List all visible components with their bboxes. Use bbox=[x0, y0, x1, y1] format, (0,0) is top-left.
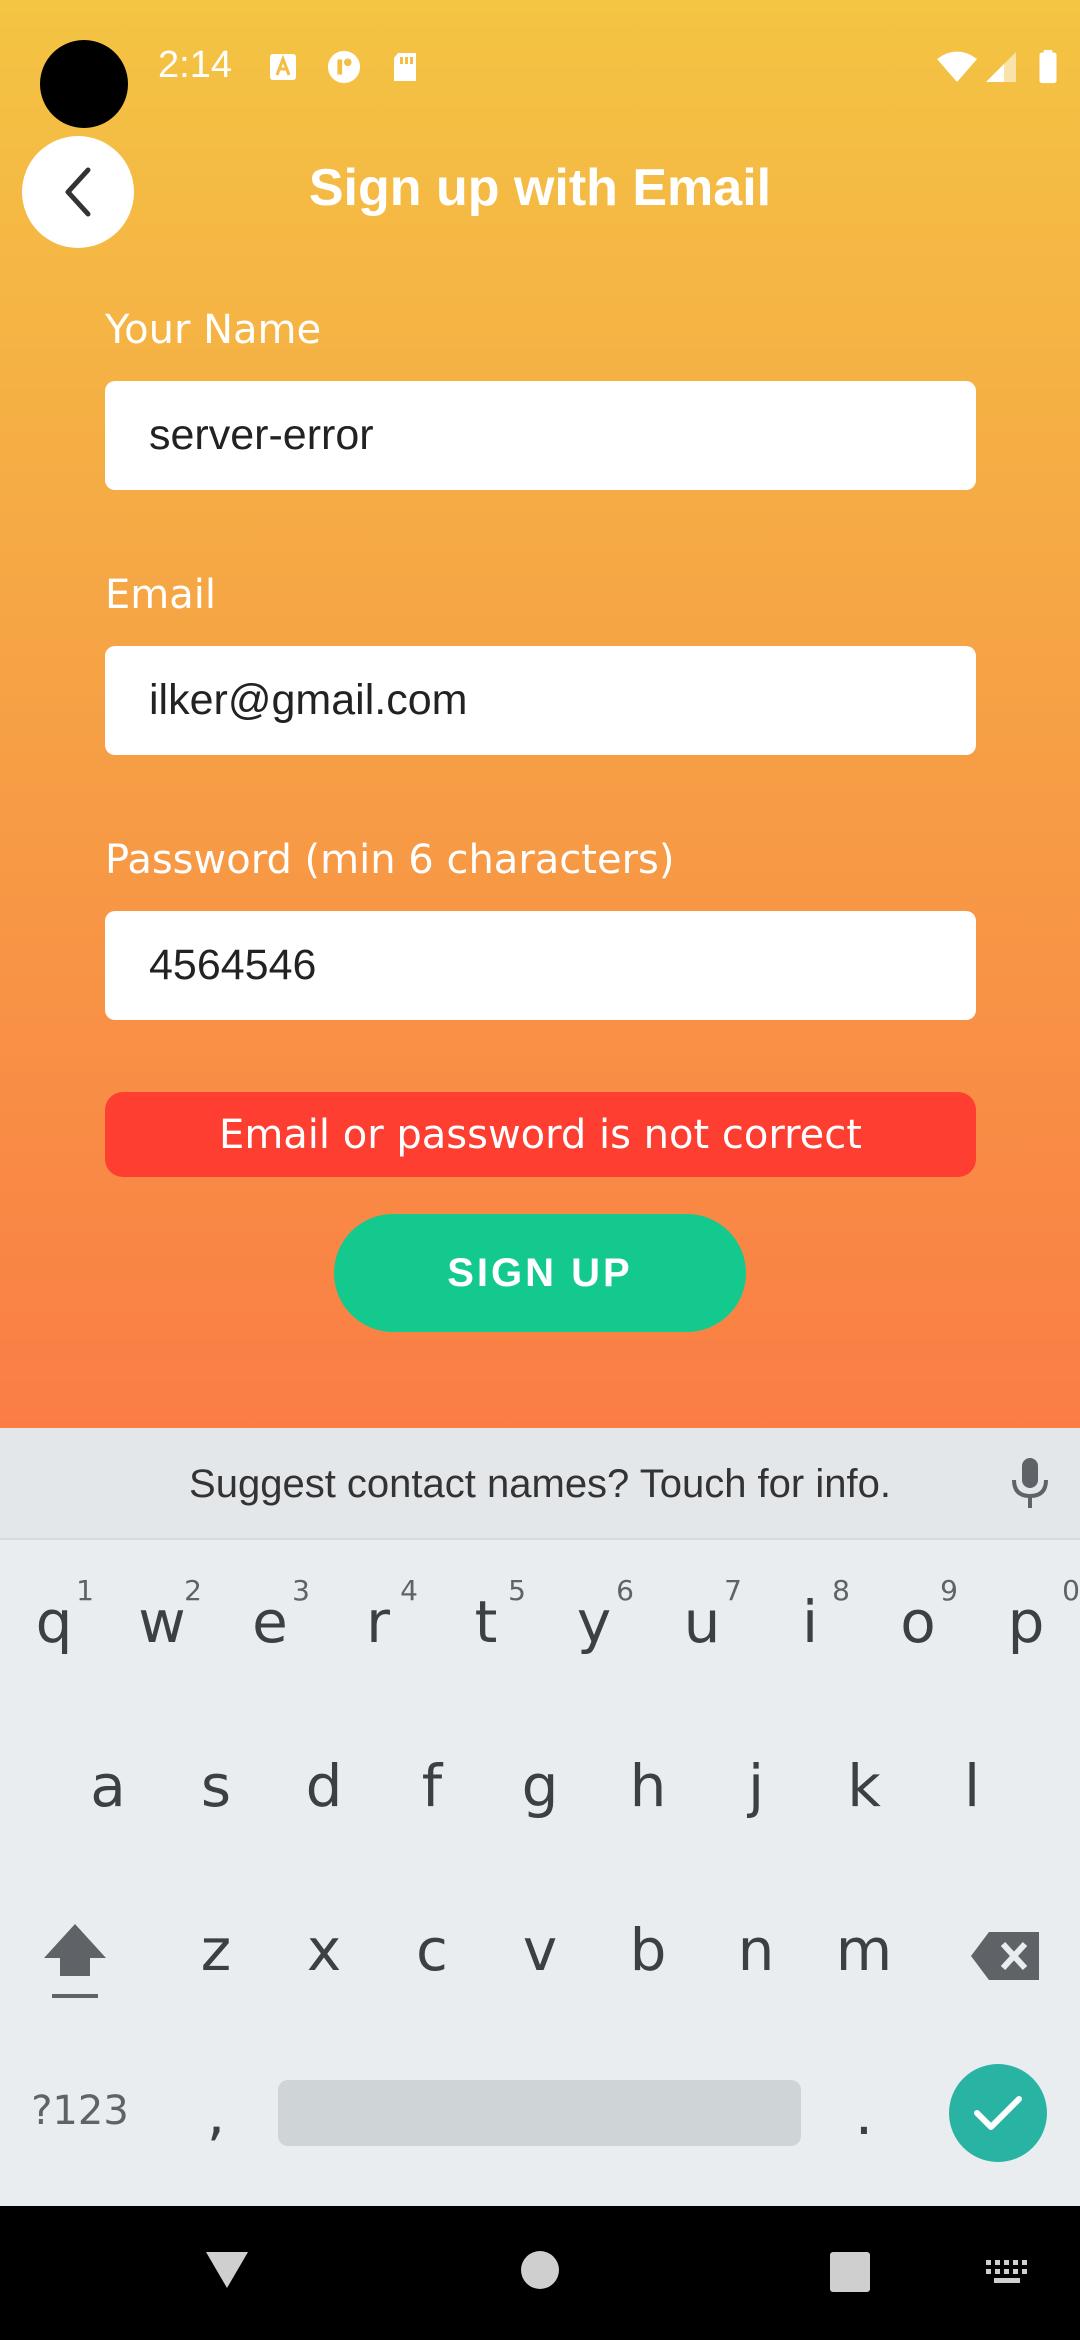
key-n[interactable]: n bbox=[702, 1916, 810, 2036]
key-p[interactable]: p0 bbox=[972, 1574, 1080, 1708]
key-w[interactable]: w2 bbox=[108, 1574, 216, 1708]
soft-keyboard: Suggest contact names? Touch for info. q… bbox=[0, 1428, 1080, 2206]
comma-key[interactable]: , bbox=[162, 2080, 270, 2200]
key-hint: 6 bbox=[616, 1574, 634, 1607]
spacebar[interactable] bbox=[278, 2080, 801, 2146]
system-navigation-bar bbox=[0, 2206, 1080, 2340]
key-b[interactable]: b bbox=[594, 1916, 702, 2036]
status-bar: 2:14 bbox=[0, 0, 1080, 130]
suggestion-text[interactable]: Suggest contact names? Touch for info. bbox=[0, 1462, 1080, 1507]
key-u[interactable]: u7 bbox=[648, 1574, 756, 1708]
password-input[interactable]: 4564546 bbox=[105, 911, 976, 1020]
page-title: Sign up with Email bbox=[308, 159, 772, 217]
key-y[interactable]: y6 bbox=[540, 1574, 648, 1708]
key-hint: 0 bbox=[1062, 1574, 1080, 1607]
key-r[interactable]: r4 bbox=[324, 1574, 432, 1708]
name-input[interactable]: server-error bbox=[105, 381, 976, 490]
key-hint: 2 bbox=[184, 1574, 202, 1607]
password-label: Password (min 6 characters) bbox=[105, 837, 675, 883]
key-hint: 4 bbox=[400, 1574, 418, 1607]
key-i[interactable]: i8 bbox=[756, 1574, 864, 1708]
key-g[interactable]: g bbox=[486, 1752, 594, 1872]
key-o[interactable]: o9 bbox=[864, 1574, 972, 1708]
name-label: Your Name bbox=[105, 307, 322, 353]
error-message: Email or password is not correct bbox=[105, 1092, 976, 1177]
key-e[interactable]: e3 bbox=[216, 1574, 324, 1708]
key-t[interactable]: t5 bbox=[432, 1574, 540, 1708]
key-f[interactable]: f bbox=[378, 1752, 486, 1872]
sd-card-icon bbox=[394, 53, 416, 81]
key-m[interactable]: m bbox=[810, 1916, 918, 2036]
key-hint: 1 bbox=[76, 1574, 94, 1607]
nav-home-icon[interactable] bbox=[520, 2250, 560, 2290]
sign-up-button[interactable]: SIGN UP bbox=[334, 1214, 746, 1332]
camera-cutout bbox=[40, 40, 128, 128]
wifi-icon bbox=[937, 51, 977, 82]
shift-key[interactable] bbox=[20, 1918, 130, 2038]
suggestion-strip[interactable]: Suggest contact names? Touch for info. bbox=[0, 1428, 1080, 1540]
key-q[interactable]: q1 bbox=[0, 1574, 108, 1708]
key-s[interactable]: s bbox=[162, 1752, 270, 1872]
key-d[interactable]: d bbox=[270, 1752, 378, 1872]
key-v[interactable]: v bbox=[486, 1916, 594, 2036]
nav-recents-icon[interactable] bbox=[830, 2252, 870, 2292]
key-c[interactable]: c bbox=[378, 1916, 486, 2036]
checkmark-icon bbox=[974, 2096, 1022, 2130]
enter-key[interactable] bbox=[949, 2064, 1047, 2162]
key-x[interactable]: x bbox=[270, 1916, 378, 2036]
key-hint: 9 bbox=[940, 1574, 958, 1607]
backspace-key[interactable] bbox=[950, 1928, 1060, 2048]
email-input[interactable]: ilker@gmail.com bbox=[105, 646, 976, 755]
backspace-icon bbox=[971, 1932, 1039, 1980]
app-screen: 2:14 Sign up with Email Your Name server… bbox=[0, 0, 1080, 1428]
key-hint: 7 bbox=[724, 1574, 742, 1607]
key-h[interactable]: h bbox=[594, 1752, 702, 1872]
shift-arrow-icon bbox=[44, 1924, 106, 1998]
key-hint: 8 bbox=[832, 1574, 850, 1607]
key-j[interactable]: j bbox=[702, 1752, 810, 1872]
cellular-signal-icon bbox=[986, 52, 1016, 82]
key-a[interactable]: a bbox=[54, 1752, 162, 1872]
period-key[interactable]: . bbox=[810, 2080, 918, 2200]
nav-back-icon[interactable] bbox=[204, 2250, 250, 2290]
text-notification-icon bbox=[270, 54, 296, 80]
keyboard-switch-icon[interactable] bbox=[986, 2260, 1028, 2284]
symbols-key[interactable]: ?123 bbox=[20, 2088, 140, 2208]
microphone-icon[interactable] bbox=[1008, 1456, 1052, 1512]
key-k[interactable]: k bbox=[810, 1752, 918, 1872]
key-hint: 5 bbox=[508, 1574, 526, 1607]
email-label: Email bbox=[105, 572, 216, 618]
status-time: 2:14 bbox=[158, 44, 232, 86]
battery-icon bbox=[1039, 50, 1057, 84]
key-z[interactable]: z bbox=[162, 1916, 270, 2036]
app-notification-icon bbox=[327, 50, 361, 84]
key-hint: 3 bbox=[292, 1574, 310, 1607]
key-l[interactable]: l bbox=[918, 1752, 1026, 1872]
